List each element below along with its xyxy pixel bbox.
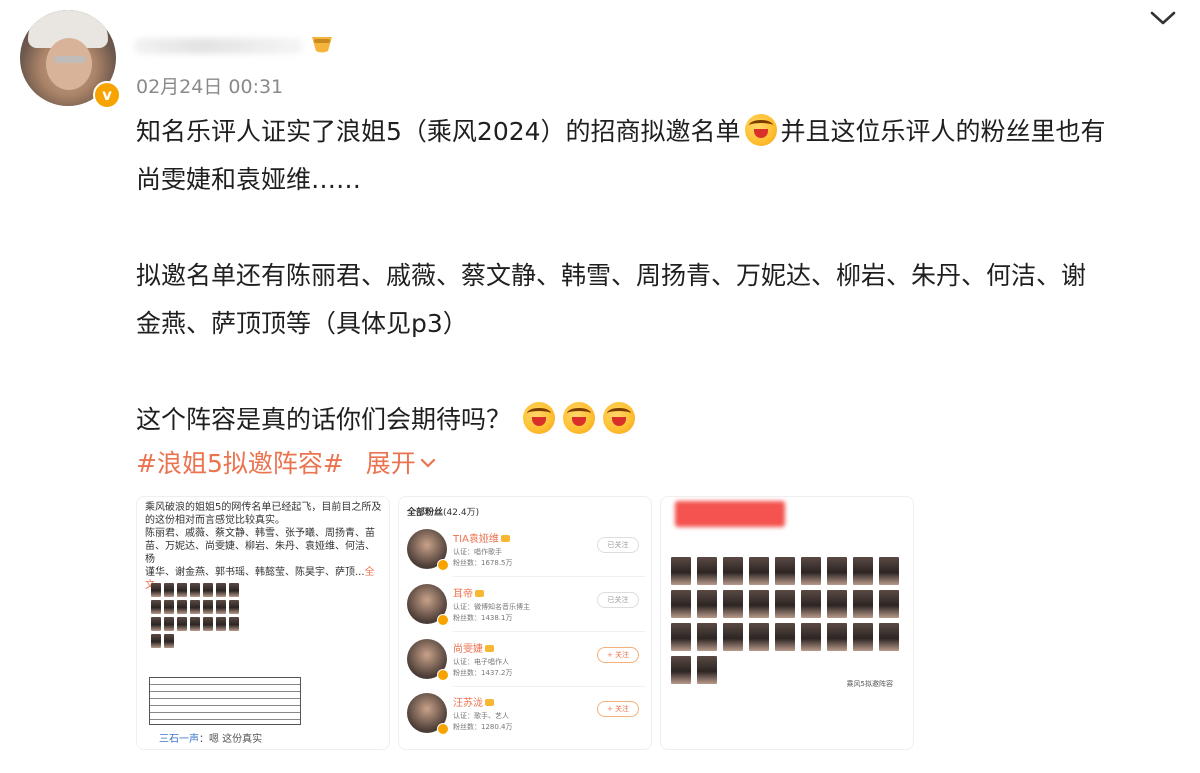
post-text-line: 拟邀名单还有陈丽君、戚薇、蔡文静、韩雪、周扬青、万妮达、柳岩、朱丹、何洁、谢 [136,261,1087,290]
fan-count: 粉丝数：1438.1万 [453,614,513,622]
chevron-down-icon [420,458,435,468]
fans-header: 全部粉丝(42.4万) [407,505,479,518]
fan-name: 耳帝 [453,585,484,600]
hungry-emoji-icon [522,402,555,434]
fan-name: 尚雯婕 [453,640,494,655]
fan-avatar [407,693,449,735]
expand-button[interactable]: 展开 [366,449,437,478]
fan-follow-state: + 关注 [597,647,639,663]
fan-desc: 认证：歌手、艺人 [453,712,509,720]
document-table [149,677,301,725]
topic-link[interactable]: #浪姐5拟邀阵容# [136,449,344,478]
image-tag: 乘风5拟邀阵容 [846,680,893,688]
post-body: 知名乐评人证实了浪姐5（乘风2024）的招商拟邀名单 并且这位乐评人的粉丝里也有 … [136,108,1176,444]
author-name-blurred[interactable] [134,38,304,54]
fan-desc: 认证：微博知名音乐博主 [453,603,530,611]
fan-name: TIA袁娅维 [453,530,510,545]
hungry-emoji-icon [744,114,777,146]
post-text-segment: 这个阵容是真的话你们会期待吗？ [136,405,512,434]
post-image-1[interactable]: 乘风破浪的姐姐5的网传名单已经起飞，目前目之所及 的这份相对而言感觉比较真实。 … [136,496,390,750]
fan-follow-state: + 关注 [597,701,639,717]
redacted-header [675,501,785,527]
image-text-line: 谨华、谢金燕、郭书瑶、韩懿莹、陈昊宇、萨顶... [145,567,365,578]
post-text-segment: 知名乐评人证实了浪姐5（乘风2024）的招商拟邀名单 [136,117,741,146]
fan-follow-state: 已关注 [597,537,639,553]
image-caption: 乘风破浪的姐姐5的网传名单已经起飞，目前目之所及 的这份相对而言感觉比较真实。 … [145,501,383,592]
fan-row: 汪苏泷 认证：歌手、艺人 粉丝数：1280.4万 + 关注 [405,689,645,741]
fan-row: TIA袁娅维 认证：唱作歌手 粉丝数：1678.5万 已关注 [405,525,645,577]
fans-header-label: 全部粉丝 [407,508,444,518]
photo-grid [671,557,899,684]
image-text-line: 苗、万妮达、尚雯婕、柳岩、朱丹、袁娅维、何洁、杨 [145,541,375,565]
fan-desc: 认证：唱作歌手 [453,548,502,556]
image-footer-text: 嗯 这份真实 [209,734,263,745]
fan-avatar [407,639,449,681]
post-text-line: 尚雯婕和袁娅维…… [136,165,362,194]
verified-badge-icon: v [93,81,121,109]
post-image-2[interactable]: 全部粉丝(42.4万) TIA袁娅维 认证：唱作歌手 粉丝数：1678.5万 已… [398,496,652,750]
fan-name: 汪苏泷 [453,694,494,709]
fan-row: 尚雯婕 认证：电子唱作人 粉丝数：1437.2万 + 关注 [405,635,645,687]
post-timestamp[interactable]: 02月24日 00:31 [136,72,283,99]
avatar-eyes-blur [54,56,86,63]
photo-grid [151,583,239,648]
fan-count: 粉丝数：1280.4万 [453,723,513,731]
fan-desc: 认证：电子唱作人 [453,658,509,666]
fan-avatar [407,529,449,571]
image-text-line: 陈丽君、戚薇、蔡文静、韩雪、张予曦、周扬青、苗 [145,528,375,539]
fans-header-count: (42.4万) [443,508,480,518]
expand-label: 展开 [365,449,416,478]
chevron-down-icon[interactable] [1148,6,1178,30]
image-footer: 三石一声：嗯 这份真实 [159,734,263,745]
avatar-face [46,38,92,90]
fan-count: 粉丝数：1678.5万 [453,559,513,567]
image-text-line: 的这份相对而言感觉比较真实。 [145,515,285,526]
hungry-emoji-icon [562,402,595,434]
fan-avatar [407,584,449,626]
post-text-line: 金燕、萨顶顶等（具体见p3） [136,309,468,338]
sunglasses-emoji-icon [312,37,332,53]
image-text-line: 乘风破浪的姐姐5的网传名单已经起飞，目前目之所及 [145,502,382,513]
image-footer-user: 三石一声 [159,734,199,745]
post-text-line: 知名乐评人证实了浪姐5（乘风2024）的招商拟邀名单 并且这位乐评人的粉丝里也有 [136,108,1176,156]
hungry-emoji-icon [602,402,635,434]
post-text-segment: 并且这位乐评人的粉丝里也有 [780,117,1106,146]
post-image-3[interactable]: 乘风5拟邀阵容 [660,496,914,750]
fan-row: 耳帝 认证：微博知名音乐博主 粉丝数：1438.1万 已关注 [405,580,645,632]
topic-row: #浪姐5拟邀阵容# 展开 [136,444,437,480]
fan-follow-state: 已关注 [597,592,639,608]
fan-count: 粉丝数：1437.2万 [453,669,513,677]
post-text-line: 这个阵容是真的话你们会期待吗？ [136,396,1176,444]
